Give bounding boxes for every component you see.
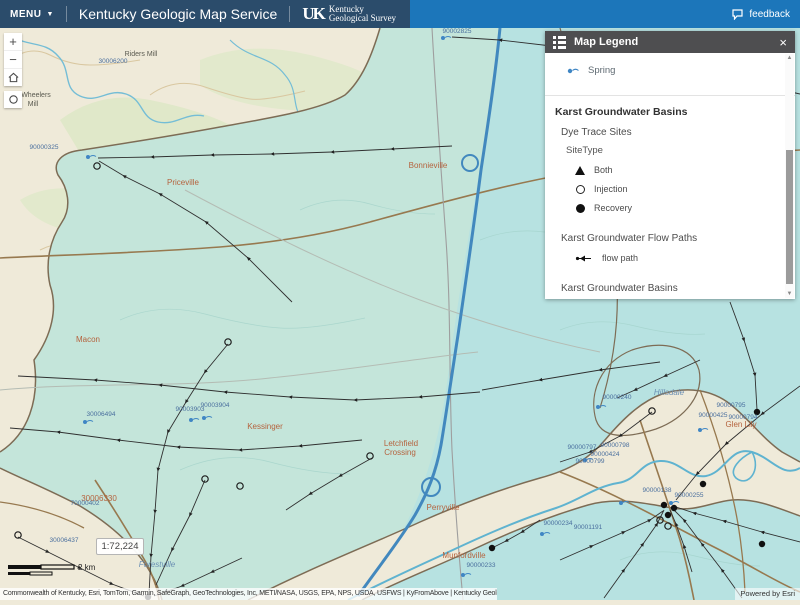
legend-item-injection: Injection [545,184,795,194]
kgs-logo: UK Kentucky Geological Survey [302,4,396,24]
minus-icon: − [9,52,17,67]
menu-button[interactable]: MENU ▼ [10,9,54,20]
legend-divider [545,95,795,96]
app-header: MENU ▼ Kentucky Geologic Map Service UK … [0,0,800,28]
locate-control-group [4,91,22,108]
scroll-down-icon[interactable]: ▼ [785,291,794,297]
legend-item-label: Spring [588,65,615,76]
flow-path-icon [575,254,593,263]
zoom-control-group: + − [4,33,22,86]
recovery-site [671,505,677,511]
legend-item-recovery: Recovery [545,203,795,213]
legend-panel-header[interactable]: Map Legend × [545,31,795,53]
scale-ratio-box: 1:72,224 [96,538,144,555]
legend-layer-title: Karst Groundwater Basins [545,263,795,294]
legend-layer-title: Dye Trace Sites [545,118,795,138]
plus-icon: + [9,34,17,49]
legend-item-both: Both [545,165,795,175]
legend-field-title: SiteType [545,138,795,156]
home-button[interactable] [4,69,22,86]
scale-bar-label: 2 km [78,563,96,572]
menu-label: MENU [10,9,41,20]
uk-logo-mark: UK [302,4,324,24]
legend-list-icon [553,36,566,49]
legend-panel-body: Spring Karst Groundwater Basins Dye Trac… [545,53,795,299]
scrollbar-thumb[interactable] [786,150,793,284]
recovery-site [759,541,765,547]
speech-bubble-icon [732,9,745,20]
legend-section-title: Karst Groundwater Basins [545,106,795,118]
header-divider [66,6,67,22]
legend-panel-title: Map Legend [574,36,771,48]
locate-icon [8,94,19,105]
feedback-label: feedback [749,9,790,20]
attribution: Commonwealth of Kentucky, Esri, TomTom, … [0,588,497,600]
kgs-logo-text: Kentucky Geological Survey [329,5,396,23]
home-icon [8,72,19,83]
chevron-down-icon: ▼ [46,11,53,18]
legend-item-label: Recovery [594,203,632,213]
app-title: Kentucky Geologic Map Service [79,6,277,22]
scale-ratio: 1:72,224 [102,541,139,552]
legend-scrollbar[interactable]: ▲ ▼ [785,54,794,298]
map-legend-panel: Map Legend × Spring Karst Groundwater Ba… [545,31,795,299]
locate-button[interactable] [4,91,22,108]
recovery-site [754,409,760,415]
header-divider [289,6,290,22]
recovery-site [665,512,671,518]
triangle-icon [575,166,585,175]
filled-circle-icon [575,204,585,213]
map-controls: + − [4,33,22,108]
zoom-out-button[interactable]: − [4,51,22,69]
header-brand-area: MENU ▼ Kentucky Geologic Map Service UK … [0,0,410,28]
open-circle-icon [575,185,585,194]
close-icon[interactable]: × [779,36,787,49]
legend-item-flow-path: flow path [545,253,795,263]
scroll-up-icon[interactable]: ▲ [785,55,794,61]
legend-item-label: Both [594,165,613,175]
scale-bar: 2 km [6,558,106,585]
legend-item-label: flow path [602,253,638,263]
legend-item-label: Injection [594,184,628,194]
header-right-area: feedback [410,0,800,28]
legend-layer-title: Karst Groundwater Flow Paths [545,213,795,244]
recovery-site [489,545,495,551]
spring-symbol-icon [567,66,580,75]
legend-item-spring: Spring [545,63,795,77]
feedback-button[interactable]: feedback [732,9,790,20]
powered-by-esri: Powered by Esri [735,588,800,600]
recovery-site [700,481,706,487]
recovery-site [661,502,667,508]
zoom-in-button[interactable]: + [4,33,22,51]
